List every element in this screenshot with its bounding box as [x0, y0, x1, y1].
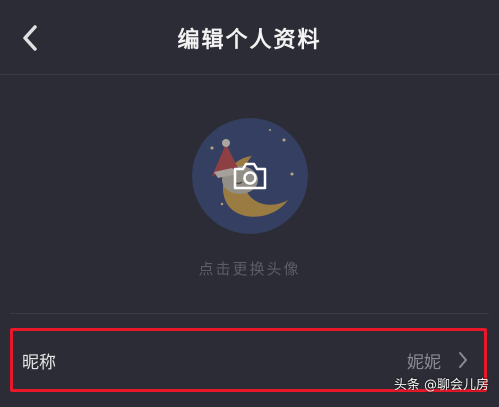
camera-icon [233, 162, 267, 190]
avatar-caption: 点击更换头像 [198, 260, 301, 278]
page-title: 编辑个人资料 [177, 28, 322, 53]
section-divider [10, 313, 489, 314]
watermark: 头条 @聊会儿房 [393, 378, 489, 393]
avatar-button[interactable] [192, 118, 308, 234]
nav-header: 编辑个人资料 [0, 0, 499, 75]
chevron-right-icon [459, 352, 467, 368]
nickname-label: 昵称 [22, 353, 56, 373]
nickname-value: 妮妮 [407, 353, 441, 373]
edit-profile-screen: 编辑个人资料 点击更换头像 昵称 妮妮 头条 @聊会儿房 [0, 0, 499, 407]
